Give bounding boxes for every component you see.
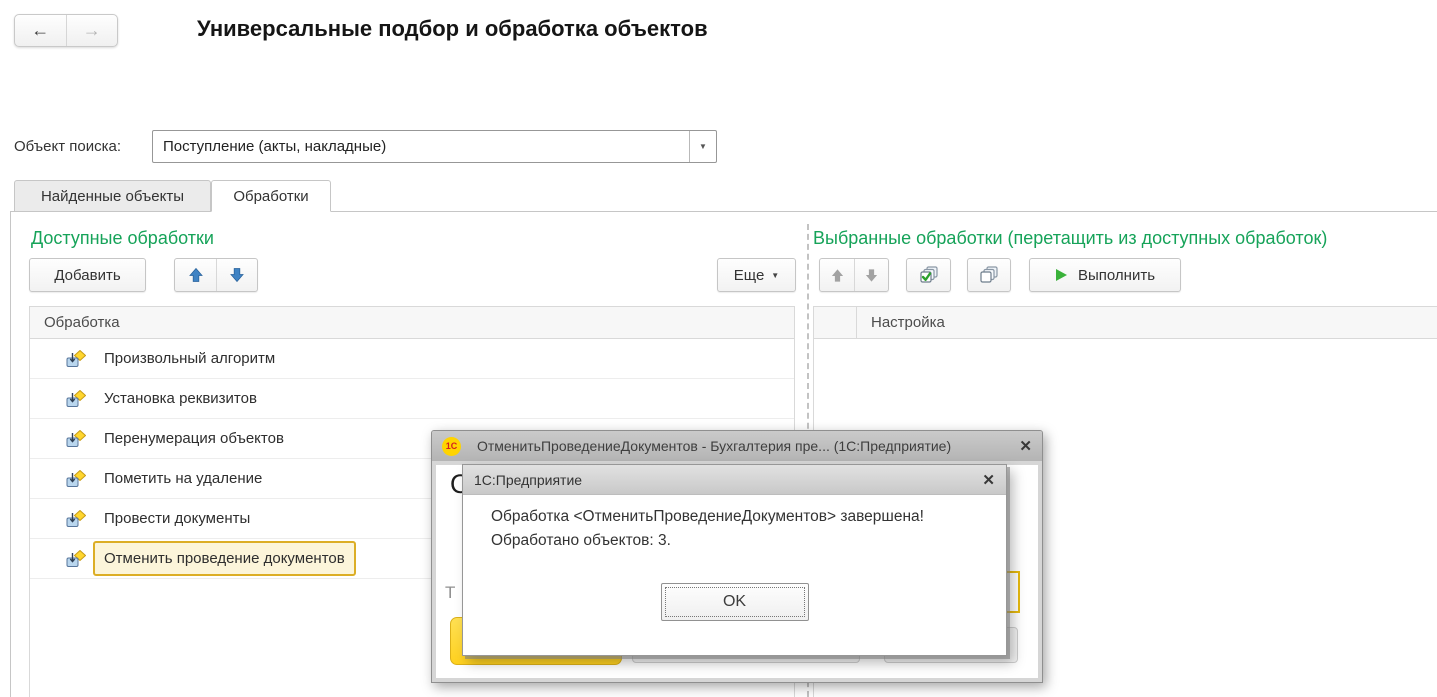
play-icon <box>1055 269 1067 281</box>
more-button[interactable]: Еще ▼ <box>717 258 796 292</box>
execute-button-label: Выполнить <box>1077 266 1156 284</box>
back-button[interactable]: ← <box>15 15 67 46</box>
arrow-up-icon <box>188 267 203 282</box>
tab-processings[interactable]: Обработки <box>211 180 331 212</box>
chevron-down-icon: ▼ <box>771 270 780 280</box>
column-header-processing[interactable]: Обработка <box>30 314 120 331</box>
move-down-button[interactable] <box>216 259 257 291</box>
table-header-row: Обработка <box>30 307 794 339</box>
arrow-up-disabled-icon <box>831 268 843 282</box>
completion-dialog: 1С:Предприятие ✕ Обработка <ОтменитьПров… <box>462 464 1007 656</box>
completion-message-line2: Обработано объектов: 3. <box>491 532 671 549</box>
selected-row-highlight: Отменить проведение документов <box>93 541 356 576</box>
external-processor-icon <box>66 510 86 527</box>
forward-button[interactable]: → <box>67 15 118 46</box>
completion-message: Обработка <ОтменитьПроведениеДокументов>… <box>491 505 924 553</box>
obscured-label-fragment: Т <box>445 583 456 602</box>
completion-dialog-title: 1С:Предприятие <box>474 471 583 488</box>
history-nav: ← → <box>14 14 118 47</box>
list-item[interactable]: Произвольный алгоритм <box>30 339 794 379</box>
list-item[interactable]: Установка реквизитов <box>30 379 794 419</box>
column-header-settings[interactable]: Настройка <box>857 314 945 331</box>
completion-dialog-titlebar[interactable]: 1С:Предприятие ✕ <box>463 465 1006 495</box>
left-move-buttons <box>174 258 258 292</box>
1c-logo-icon: 1С <box>442 436 461 456</box>
move-down-button-right[interactable] <box>854 259 888 291</box>
tab-found-objects[interactable]: Найденные объекты <box>14 180 211 212</box>
search-object-combobox: ▼ <box>152 130 717 163</box>
uncheck-all-button[interactable] <box>967 258 1011 292</box>
move-up-button-right[interactable] <box>820 259 854 291</box>
check-all-button[interactable] <box>906 258 951 292</box>
search-object-label: Объект поиска: <box>14 138 121 155</box>
table-header-row: Настройка <box>814 307 1437 339</box>
chevron-down-icon: ▼ <box>699 142 707 151</box>
move-up-button[interactable] <box>175 259 216 291</box>
selected-processings-title: Выбранные обработки (перетащить из досту… <box>813 228 1328 248</box>
external-processor-icon <box>66 350 86 367</box>
search-object-input[interactable] <box>153 131 689 162</box>
combobox-caret-button[interactable]: ▼ <box>689 131 716 162</box>
completion-message-line1: Обработка <ОтменитьПроведениеДокументов>… <box>491 508 924 525</box>
ok-button[interactable]: OK <box>660 583 809 621</box>
external-processor-icon <box>66 550 86 567</box>
arrow-down-disabled-icon <box>865 268 878 282</box>
available-processings-title: Доступные обработки <box>31 228 214 248</box>
execute-button[interactable]: Выполнить <box>1029 258 1181 292</box>
checkbox-column-header <box>814 307 857 338</box>
check-all-icon <box>919 266 938 283</box>
page-title: Универсальные подбор и обработка объекто… <box>197 16 708 41</box>
external-processor-icon <box>66 390 86 407</box>
app-window: ← → Универсальные подбор и обработка объ… <box>0 0 1437 697</box>
completion-dialog-content: Обработка <ОтменитьПроведениеДокументов>… <box>463 495 1006 655</box>
more-button-label: Еще <box>733 266 765 284</box>
external-processor-icon <box>66 430 86 447</box>
external-processor-icon <box>66 470 86 487</box>
uncheck-all-icon <box>980 266 998 283</box>
processing-window-titlebar[interactable]: 1С ОтменитьПроведениеДокументов - Бухгал… <box>432 431 1042 461</box>
close-icon[interactable]: ✕ <box>1019 437 1032 455</box>
close-icon[interactable]: ✕ <box>982 471 995 489</box>
toolbars: Добавить Еще ▼ Выполнить <box>11 258 1437 292</box>
right-move-buttons <box>819 258 889 292</box>
add-button[interactable]: Добавить <box>29 258 146 292</box>
arrow-down-icon <box>230 268 244 283</box>
processing-window-title: ОтменитьПроведениеДокументов - Бухгалтер… <box>477 438 952 454</box>
